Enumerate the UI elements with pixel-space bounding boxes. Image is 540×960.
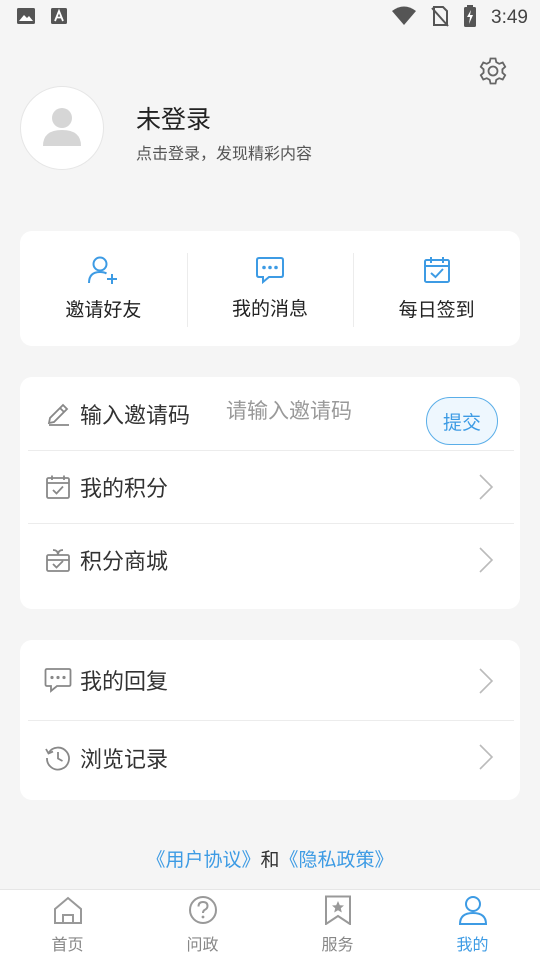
chevron-right-icon <box>478 668 494 694</box>
profile-name[interactable]: 未登录 <box>136 100 211 136</box>
profile-header[interactable]: 未登录 点击登录，发现精彩内容 <box>20 86 520 172</box>
bookmark-star-icon <box>322 895 354 929</box>
tab-mine[interactable]: 我的 <box>405 890 540 960</box>
default-avatar-icon <box>40 104 84 152</box>
submit-button[interactable]: 提交 <box>426 397 498 445</box>
menu-item-my-points[interactable]: 我的积分 <box>20 450 520 523</box>
tab-label: 问政 <box>186 935 219 954</box>
comment-icon <box>44 666 72 694</box>
avatar[interactable] <box>20 86 104 170</box>
menu-item-label: 积分商城 <box>80 549 169 575</box>
menu-item-points-mall[interactable]: 积分商城 <box>20 523 520 596</box>
profile-login-hint[interactable]: 点击登录，发现精彩内容 <box>136 140 312 164</box>
agreement-and-text: 和 <box>260 849 280 871</box>
chevron-right-icon <box>478 474 494 500</box>
image-notification-icon <box>16 7 36 29</box>
pencil-icon <box>44 400 72 428</box>
gift-icon <box>44 546 72 574</box>
invite-friends-button[interactable]: 邀请好友 <box>20 231 187 346</box>
calendar-check-icon <box>44 473 72 501</box>
quick-actions-card: 邀请好友 我的消息 每日签到 <box>20 231 520 346</box>
tab-label: 我的 <box>456 935 489 954</box>
my-messages-label: 我的消息 <box>232 298 309 320</box>
chevron-right-icon <box>478 547 494 573</box>
app-notification-icon <box>50 7 68 29</box>
user-icon <box>457 895 489 929</box>
wifi-icon <box>391 6 417 30</box>
history-icon <box>44 744 72 772</box>
tab-label: 首页 <box>51 935 84 954</box>
menu-item-label: 我的积分 <box>80 476 169 502</box>
settings-button[interactable] <box>478 56 508 86</box>
user-agreement-link[interactable]: 《用户协议》 <box>146 849 260 871</box>
add-user-icon <box>87 255 119 289</box>
invite-code-input[interactable] <box>226 399 416 423</box>
chevron-right-icon <box>478 744 494 770</box>
invite-friends-label: 邀请好友 <box>65 299 142 321</box>
tab-services[interactable]: 服务 <box>270 890 405 960</box>
privacy-policy-link[interactable]: 《隐私政策》 <box>280 849 394 871</box>
daily-checkin-label: 每日签到 <box>398 299 475 321</box>
calendar-check-icon <box>422 255 452 289</box>
invite-code-label: 输入邀请码 <box>80 403 191 429</box>
menu-item-label: 浏览记录 <box>80 748 169 773</box>
menu-item-my-replies[interactable]: 我的回复 <box>20 640 520 720</box>
question-icon <box>187 895 219 929</box>
points-menu-card: 输入邀请码 提交 我的积分 积分商城 <box>20 377 520 609</box>
agreement-links: 《用户协议》和《隐私政策》 <box>0 845 540 872</box>
daily-checkin-button[interactable]: 每日签到 <box>353 231 520 346</box>
bottom-tab-bar: 首页 问政 服务 我的 <box>0 889 540 960</box>
menu-item-browse-history[interactable]: 浏览记录 <box>20 720 520 796</box>
menu-item-label: 我的回复 <box>80 670 169 695</box>
status-time: 3:49 <box>491 7 528 28</box>
battery-charging-icon <box>463 5 477 31</box>
message-icon <box>255 256 285 288</box>
activity-menu-card: 我的回复 浏览记录 <box>20 640 520 800</box>
status-bar: 3:49 <box>0 0 540 36</box>
home-icon <box>52 895 84 929</box>
tab-questions[interactable]: 问政 <box>135 890 270 960</box>
invite-code-row: 输入邀请码 提交 <box>20 377 520 450</box>
no-sim-icon <box>431 5 449 31</box>
tab-label: 服务 <box>321 935 354 954</box>
tab-home[interactable]: 首页 <box>0 890 135 960</box>
my-messages-button[interactable]: 我的消息 <box>186 231 354 346</box>
